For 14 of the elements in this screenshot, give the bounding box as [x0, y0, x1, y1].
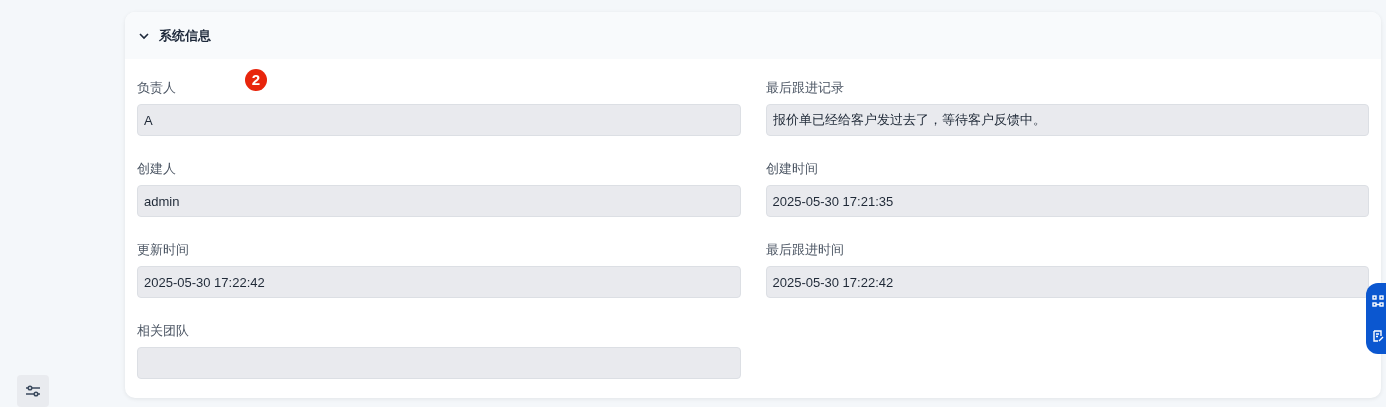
field-label: 最后跟进记录 [765, 79, 844, 97]
field-label: 创建人 [137, 160, 176, 178]
field-label: 最后跟进时间 [765, 241, 844, 259]
edit-note-icon[interactable] [1372, 330, 1384, 343]
field-label: 更新时间 [137, 241, 189, 259]
sliders-icon [25, 384, 41, 398]
settings-button[interactable] [17, 375, 49, 407]
field-label: 相关团队 [137, 322, 189, 340]
field-label: 负责人 [137, 79, 176, 97]
section-header[interactable]: 系统信息 [125, 12, 1381, 59]
nodes-icon[interactable] [1372, 294, 1384, 307]
number-marker: 2 [245, 69, 267, 91]
field-label: 创建时间 [765, 160, 818, 178]
section-title: 系统信息 [159, 26, 211, 45]
